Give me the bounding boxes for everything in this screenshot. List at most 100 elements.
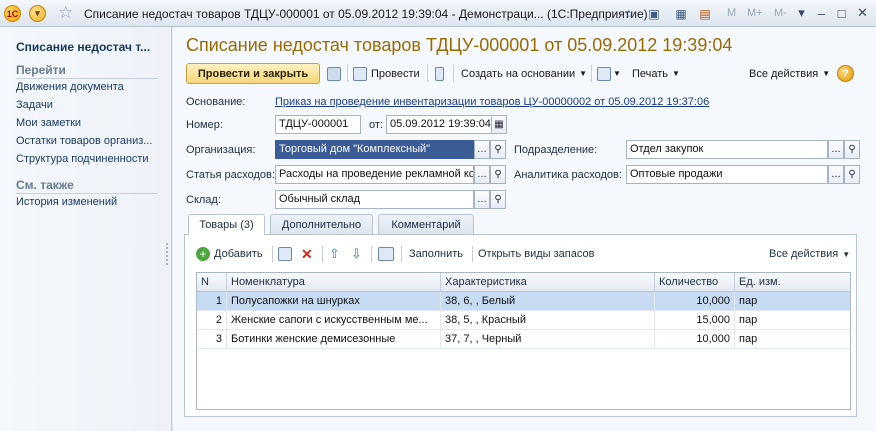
goods-table[interactable]: N Номенклатура Характеристика Количество… — [196, 272, 851, 410]
post-and-close-button[interactable]: Провести и закрыть — [186, 63, 320, 84]
table-row[interactable]: 2 Женские сапоги с искусственным ме... 3… — [197, 311, 850, 330]
nav-link-my-notes[interactable]: Мои заметки — [16, 117, 81, 129]
division-field[interactable]: Отдел закупок — [626, 140, 828, 159]
table-row[interactable]: 3 Ботинки женские демисезонные 37, 7, , … — [197, 330, 850, 349]
close-icon[interactable]: ✕ — [853, 4, 872, 22]
number-field[interactable]: ТДЦУ-000001 — [275, 115, 361, 134]
copy-row-button[interactable] — [278, 245, 292, 263]
expense-item-select-icon[interactable]: … — [474, 165, 490, 184]
open-stock-types-button[interactable]: Открыть виды запасов — [478, 245, 594, 263]
row-quantity[interactable]: 15,000 — [655, 311, 735, 330]
expense-analytics-open-icon[interactable]: ⚲ — [844, 165, 860, 184]
nav-link-document-movements[interactable]: Движения документа — [16, 81, 124, 93]
tab-additional[interactable]: Дополнительно — [270, 214, 373, 234]
toolbar-divider — [401, 246, 402, 262]
nav-panel-title: Списание недостач т... — [16, 40, 151, 54]
app-logo-icon[interactable]: 1С — [4, 5, 21, 22]
window-title-bar: 1С ▾ ☆ Списание недостач товаров ТДЦУ-00… — [0, 0, 876, 27]
row-item[interactable]: Ботинки женские демисезонные — [227, 330, 441, 349]
see-also-section-header: См. также — [16, 178, 158, 194]
create-based-on-label: Создать на основании — [461, 67, 576, 80]
basis-document-link[interactable]: Приказ на проведение инвентаризации това… — [275, 96, 709, 108]
bookmark-icon[interactable]: ▣ — [645, 5, 663, 23]
copy-icon — [278, 247, 292, 261]
row-unit[interactable]: пар — [735, 330, 850, 349]
movements-report-button[interactable] — [435, 64, 444, 83]
chevron-down-icon: ▼ — [822, 69, 831, 78]
save-button[interactable] — [327, 64, 341, 83]
column-header-quantity[interactable]: Количество — [655, 273, 735, 292]
row-quantity[interactable]: 10,000 — [655, 330, 735, 349]
toolbar-divider — [453, 65, 454, 82]
memory-m-button[interactable]: M — [727, 7, 736, 19]
main-menu-icon[interactable]: ▾ — [29, 5, 46, 22]
column-header-unit[interactable]: Ед. изм. — [735, 273, 850, 292]
organization-label: Организация: — [186, 144, 256, 156]
column-header-n[interactable]: N — [197, 273, 227, 292]
nav-link-stock-balance[interactable]: Остатки товаров организ... — [16, 135, 152, 147]
toolbar-divider — [272, 246, 273, 262]
maximize-icon[interactable]: □ — [832, 4, 851, 22]
expense-analytics-select-icon[interactable]: … — [828, 165, 844, 184]
division-select-icon[interactable]: … — [828, 140, 844, 159]
expense-item-open-icon[interactable]: ⚲ — [490, 165, 506, 184]
print-options-dropdown[interactable]: ▼ — [597, 64, 621, 83]
move-down-button[interactable]: ⇩ — [351, 245, 362, 263]
tab-goods[interactable]: Товары (3) — [188, 214, 265, 235]
minimize-icon[interactable]: – — [812, 4, 831, 22]
nav-link-change-history[interactable]: История изменений — [16, 196, 117, 208]
expense-item-field[interactable]: Расходы на проведение рекламной ко — [275, 165, 474, 184]
add-favorite-icon[interactable]: ☆ — [620, 5, 638, 23]
panel-splitter-handle[interactable] — [166, 243, 170, 265]
calendar-picker-icon[interactable]: ▦ — [491, 115, 507, 134]
print-dropdown[interactable]: Печать ▼ — [632, 64, 680, 83]
print-label: Печать — [632, 67, 669, 80]
help-icon[interactable]: ? — [837, 65, 854, 82]
basis-label: Основание: — [186, 96, 246, 108]
nav-link-subordination[interactable]: Структура подчиненности — [16, 153, 149, 165]
row-unit[interactable]: пар — [735, 311, 850, 330]
post-button[interactable]: Провести — [353, 64, 420, 83]
add-icon: + — [196, 247, 210, 261]
post-button-label: Провести — [371, 67, 420, 80]
organization-open-icon[interactable]: ⚲ — [490, 140, 506, 159]
all-actions-dropdown[interactable]: Все действия ▼ — [749, 64, 830, 83]
calendar-icon[interactable]: ▤ — [696, 5, 714, 23]
table-row[interactable]: 1 Полусапожки на шнурках 38, 6, , Белый … — [197, 292, 850, 311]
nav-link-tasks[interactable]: Задачи — [16, 99, 53, 111]
fill-button[interactable]: Заполнить — [409, 245, 463, 263]
row-characteristic[interactable]: 37, 7, , Черный — [441, 330, 655, 349]
division-open-icon[interactable]: ⚲ — [844, 140, 860, 159]
delete-row-button[interactable]: ✕ — [301, 245, 313, 263]
row-quantity[interactable]: 10,000 — [655, 292, 735, 311]
memory-plus-button[interactable]: M+ — [747, 7, 763, 19]
chevron-down-icon: ▼ — [613, 69, 621, 78]
table-all-actions-dropdown[interactable]: Все действия ▼ — [769, 245, 850, 263]
warehouse-select-icon[interactable]: … — [474, 190, 490, 209]
favorite-star-icon[interactable]: ☆ — [58, 3, 73, 23]
column-header-characteristic[interactable]: Характеристика — [441, 273, 655, 292]
toolbar-divider — [322, 246, 323, 262]
fill-settings-button[interactable] — [378, 245, 394, 263]
row-characteristic[interactable]: 38, 6, , Белый — [441, 292, 655, 311]
chevron-down-icon: ▼ — [579, 69, 588, 78]
organization-select-icon[interactable]: … — [474, 140, 490, 159]
row-item[interactable]: Полусапожки на шнурках — [227, 292, 441, 311]
warehouse-open-icon[interactable]: ⚲ — [490, 190, 506, 209]
row-unit[interactable]: пар — [735, 292, 850, 311]
expense-analytics-field[interactable]: Оптовые продажи — [626, 165, 828, 184]
add-row-button[interactable]: + Добавить — [196, 245, 263, 263]
organization-field[interactable]: Торговый дом "Комплексный" — [275, 140, 474, 159]
move-up-button[interactable]: ⇧ — [329, 245, 340, 263]
date-field[interactable]: 05.09.2012 19:39:04 — [386, 115, 492, 134]
create-based-on-dropdown[interactable]: Создать на основании ▼ — [461, 64, 587, 83]
warehouse-field[interactable]: Обычный склад — [275, 190, 474, 209]
row-item[interactable]: Женские сапоги с искусственным ме... — [227, 311, 441, 330]
tab-comment[interactable]: Комментарий — [378, 214, 474, 234]
row-characteristic[interactable]: 38, 5, , Красный — [441, 311, 655, 330]
dropdown-icon[interactable]: ▾ — [792, 4, 811, 22]
memory-minus-button[interactable]: M- — [774, 7, 787, 19]
document-title: Списание недостач товаров ТДЦУ-000001 от… — [186, 35, 733, 55]
calculator-icon[interactable]: ▦ — [672, 5, 690, 23]
column-header-item[interactable]: Номенклатура — [227, 273, 441, 292]
